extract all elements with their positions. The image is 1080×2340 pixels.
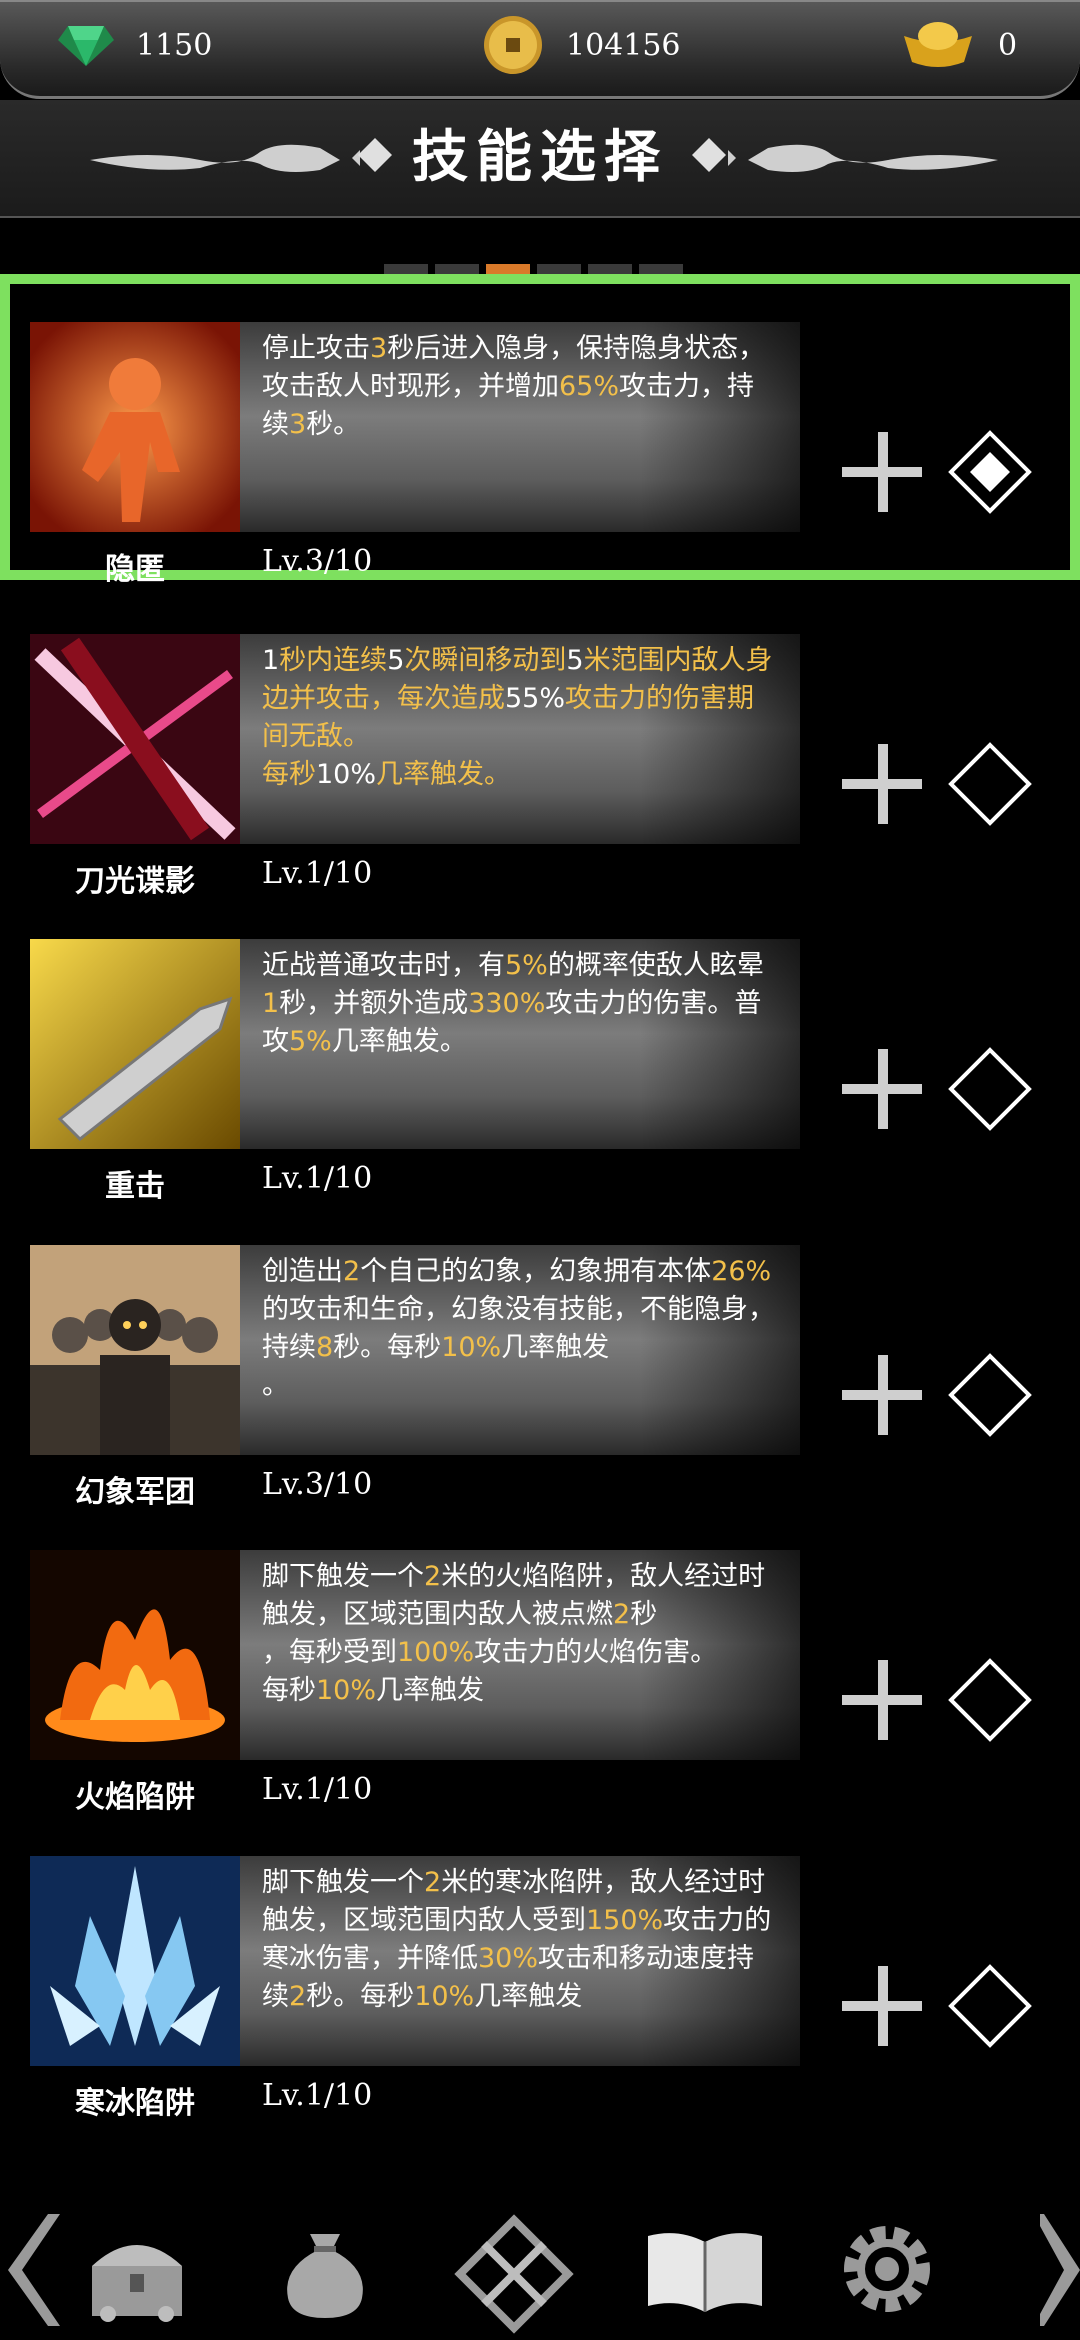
- skill-level: Lv.3/10: [262, 1466, 373, 1502]
- skill-level: Lv.3/10: [262, 544, 373, 579]
- coins-value: 104156: [566, 27, 681, 63]
- stealth-figure-icon: [30, 322, 240, 532]
- page-indicator: [384, 264, 683, 274]
- upgrade-plus-button[interactable]: [842, 432, 922, 512]
- skill-description: 脚下触发一个2米的寒冰陷阱，敌人经过时触发，区域范围内敌人受到150%攻击力的寒…: [262, 1866, 772, 2012]
- page-dot[interactable]: [537, 264, 581, 274]
- skill-name: 隐匿: [105, 552, 165, 587]
- upgrade-plus-button[interactable]: [842, 743, 922, 824]
- phantom-army-icon: [30, 1244, 240, 1455]
- page-dot[interactable]: [435, 264, 479, 274]
- ingots-value: 0: [998, 27, 1018, 63]
- equip-diamond-icon[interactable]: [948, 1658, 1032, 1742]
- skill-description: 近战普通攻击时，有5%的概率使敌人眩晕1秒，并额外造成330%攻击力的伤害。普攻…: [262, 950, 764, 1057]
- equip-diamond-icon[interactable]: [948, 1963, 1032, 2048]
- gems-counter: 1150: [58, 0, 212, 90]
- skill-row[interactable]: 近战普通攻击时，有5%的概率使敌人眩晕1秒，并额外造成330%攻击力的伤害。普攻…: [0, 939, 1080, 1245]
- skill-level: Lv.1/10: [262, 855, 373, 891]
- skill-description-panel: 停止攻击3秒后进入隐身，保持隐身状态，攻击敌人时现形，并增加65%攻击力，持续3…: [240, 322, 800, 532]
- skill-level: Lv.1/10: [262, 2077, 373, 2113]
- coin-icon: [484, 16, 542, 74]
- nav-battle-button[interactable]: [454, 2214, 574, 2334]
- settings-gear-icon: [844, 2226, 930, 2312]
- skill-description: 脚下触发一个2米的火焰陷阱，敌人经过时触发，区域范围内敌人被点燃2秒 ，每秒受到1…: [262, 1561, 766, 1706]
- fire-trap-icon: [30, 1550, 240, 1760]
- equipped-diamond-icon[interactable]: [948, 430, 1032, 514]
- nav-left-arrow-icon[interactable]: [0, 2210, 64, 2330]
- right-ornament-icon: [728, 144, 998, 172]
- equip-diamond-icon[interactable]: [948, 1352, 1032, 1437]
- gold-ingot-icon: [904, 22, 972, 67]
- skill-row[interactable]: 创造出2个自己的幻象，幻象拥有本体26%的攻击和生命，幻象没有技能，不能隐身，持…: [0, 1244, 1080, 1551]
- skill-row[interactable]: 脚下触发一个2米的火焰陷阱，敌人经过时触发，区域范围内敌人被点燃2秒 ，每秒受到1…: [0, 1550, 1080, 1856]
- gems-value: 1150: [136, 27, 213, 63]
- skill-description-panel: 创造出2个自己的幻象，幻象拥有本体26%的攻击和生命，幻象没有技能，不能隐身，持…: [240, 1244, 800, 1455]
- skill-description-panel: 脚下触发一个2米的火焰陷阱，敌人经过时触发，区域范围内敌人被点燃2秒 ，每秒受到1…: [240, 1550, 800, 1760]
- ice-trap-icon: [30, 1855, 240, 2066]
- skill-description: 创造出2个自己的幻象，幻象拥有本体26%的攻击和生命，幻象没有技能，不能隐身，持…: [262, 1255, 775, 1401]
- page-dot[interactable]: [588, 264, 632, 274]
- skill-row[interactable]: 1秒内连续5次瞬间移动到5米范围内敌人身边并攻击，每次造成55%攻击力的伤害期间…: [0, 633, 1080, 940]
- upgrade-plus-button[interactable]: [842, 1049, 922, 1129]
- blade-slash-icon: [30, 633, 240, 844]
- coins-counter: 104156: [482, 0, 681, 90]
- crossed-swords-icon: [454, 2214, 574, 2334]
- equip-diamond-icon[interactable]: [948, 1047, 1032, 1131]
- skill-name: 重击: [105, 1169, 165, 1204]
- skill-description-panel: 1秒内连续5次瞬间移动到5米范围内敌人身边并攻击，每次造成55%攻击力的伤害期间…: [240, 633, 800, 844]
- nav-settings-button[interactable]: [832, 2214, 952, 2334]
- skill-name: 火焰陷阱: [75, 1780, 195, 1815]
- skill-description: 1秒内连续5次瞬间移动到5米范围内敌人身边并攻击，每次造成55%攻击力的伤害期间…: [262, 644, 773, 790]
- skill-description-panel: 近战普通攻击时，有5%的概率使敌人眩晕1秒，并额外造成330%攻击力的伤害。普攻…: [240, 939, 800, 1149]
- nav-right-arrow-icon[interactable]: [1040, 2210, 1080, 2330]
- nav-skills-button[interactable]: [640, 2214, 770, 2334]
- bottom-nav: [0, 2200, 1080, 2340]
- skill-row[interactable]: 停止攻击3秒后进入隐身，保持隐身状态，攻击敌人时现形，并增加65%攻击力，持续3…: [0, 274, 1080, 587]
- gem-icon: [58, 26, 114, 66]
- skill-description-panel: 脚下触发一个2米的寒冰陷阱，敌人经过时触发，区域范围内敌人受到150%攻击力的寒…: [240, 1855, 800, 2066]
- header-divider: [0, 216, 1080, 218]
- skill-description: 停止攻击3秒后进入隐身，保持隐身状态，攻击敌人时现形，并增加65%攻击力，持续3…: [262, 333, 766, 440]
- page-dot-active[interactable]: [486, 264, 530, 274]
- skill-row[interactable]: 脚下触发一个2米的寒冰陷阱，敌人经过时触发，区域范围内敌人受到150%攻击力的寒…: [0, 1855, 1080, 2162]
- page-dot[interactable]: [384, 264, 428, 274]
- upgrade-plus-button[interactable]: [842, 1354, 922, 1435]
- treasure-chest-icon: [92, 2245, 182, 2322]
- nav-treasure-button[interactable]: [82, 2214, 202, 2334]
- skill-name: 寒冰陷阱: [75, 2085, 195, 2121]
- nav-bag-button[interactable]: [270, 2214, 390, 2334]
- skill-name: 幻象军团: [75, 1474, 195, 1510]
- page-header: 技能选择: [0, 100, 1080, 216]
- skill-book-icon: [648, 2233, 762, 2312]
- right-diamond-icon: [692, 138, 726, 172]
- upgrade-plus-button[interactable]: [842, 1660, 922, 1740]
- equip-diamond-icon[interactable]: [948, 741, 1032, 826]
- upgrade-plus-button[interactable]: [842, 1965, 922, 2046]
- skill-name: 刀光谍影: [75, 863, 195, 899]
- skill-level: Lv.1/10: [262, 1161, 373, 1196]
- page-dot[interactable]: [639, 264, 683, 274]
- currency-bar: 1150 104156 0: [0, 0, 1080, 99]
- heavy-strike-icon: [30, 939, 240, 1149]
- skill-level: Lv.1/10: [262, 1772, 373, 1807]
- money-bag-icon: [287, 2234, 363, 2318]
- ingots-counter: 0: [900, 0, 1017, 90]
